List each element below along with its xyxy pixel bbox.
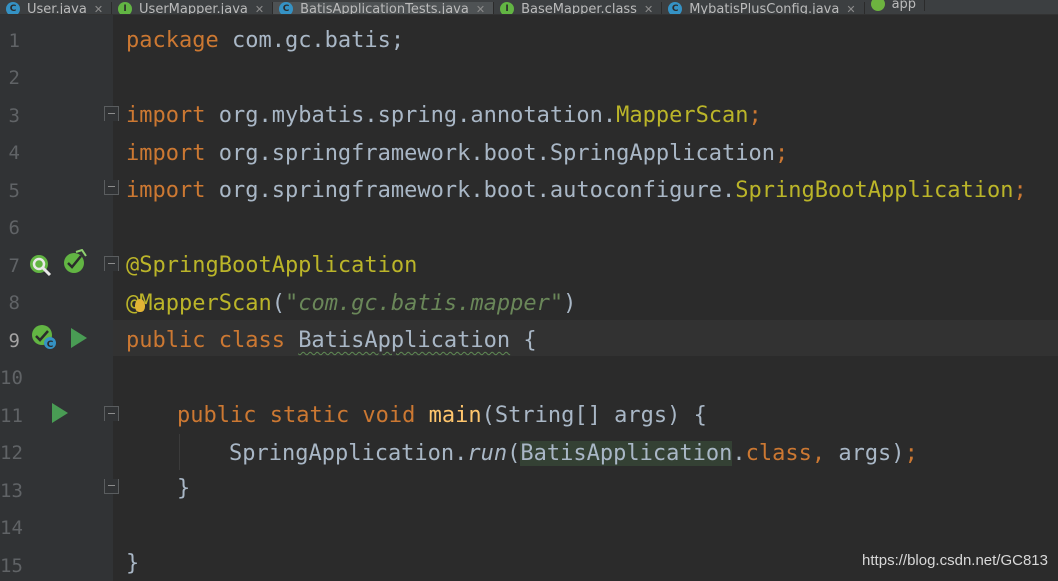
close-tab-icon[interactable]: ✕ xyxy=(255,3,264,15)
line-number: 8 xyxy=(8,292,20,314)
code-line-15[interactable]: } xyxy=(126,549,139,579)
interface-icon: I xyxy=(118,2,133,14)
tab-label: app xyxy=(891,0,917,12)
class-icon: C xyxy=(279,2,294,14)
code-line-1[interactable]: package com.gc.batis; xyxy=(126,26,404,56)
code-line-11[interactable]: public static void main(String[] args) { xyxy=(177,401,707,431)
line-number: 11 xyxy=(0,405,23,427)
line-number: 12 xyxy=(0,442,23,464)
fold-imports-end-icon[interactable] xyxy=(104,180,119,195)
close-tab-icon[interactable]: ✕ xyxy=(476,3,485,15)
code-line-13[interactable]: } xyxy=(177,474,190,504)
fold-method-icon[interactable] xyxy=(104,406,119,421)
line-number: 6 xyxy=(8,217,20,239)
line-number: 13 xyxy=(0,480,23,502)
line-number: 4 xyxy=(8,142,20,164)
editor-tab[interactable]: I BaseMapper.class ✕ xyxy=(494,1,663,15)
code-line-9[interactable]: public class BatisApplication { xyxy=(126,326,537,356)
fold-method-end-icon[interactable] xyxy=(104,479,119,494)
spring-icon xyxy=(870,0,885,11)
interface-icon: I xyxy=(500,2,515,14)
spring-app-icon[interactable]: C xyxy=(30,323,58,351)
tab-label: User.java xyxy=(27,1,87,15)
code-line-12[interactable]: SpringApplication.run(BatisApplication.c… xyxy=(229,439,918,469)
line-number: 5 xyxy=(8,180,20,202)
close-tab-icon[interactable]: ✕ xyxy=(846,3,855,15)
class-icon: C xyxy=(6,2,20,14)
watermark: https://blog.csdn.net/GC813 xyxy=(862,552,1048,569)
close-tab-icon[interactable]: ✕ xyxy=(644,3,653,15)
code-line-8[interactable]: @MapperScan("com.gc.batis.mapper") xyxy=(126,289,576,319)
fold-imports-icon[interactable] xyxy=(104,106,119,121)
editor-tab-bar: C User.java ✕ I UserMapper.java ✕ C BatisApplic… xyxy=(0,0,1058,15)
tab-label: MybatisPlusConfig.java xyxy=(689,1,840,15)
code-line-5[interactable]: import org.springframework.boot.autoconf… xyxy=(126,176,1027,206)
run-class-icon[interactable] xyxy=(71,328,87,348)
line-number: 3 xyxy=(8,105,20,127)
class-icon: C xyxy=(668,2,683,14)
close-tab-icon[interactable]: ✕ xyxy=(94,3,103,15)
code-line-3[interactable]: import org.mybatis.spring.annotation.Map… xyxy=(126,101,762,131)
spring-bean-search-icon[interactable] xyxy=(28,253,54,277)
editor-tab[interactable]: app xyxy=(865,0,926,12)
svg-text:C: C xyxy=(47,340,54,350)
editor-tab[interactable]: C MybatisPlusConfig.java ✕ xyxy=(662,1,865,15)
line-number: 1 xyxy=(8,30,20,52)
tab-label: UserMapper.java xyxy=(139,1,248,15)
line-number: 10 xyxy=(0,367,23,389)
line-number: 9 xyxy=(8,330,20,352)
intention-bulb-icon[interactable] xyxy=(135,299,145,312)
line-number: 2 xyxy=(8,67,20,89)
editor-tab[interactable]: I UserMapper.java ✕ xyxy=(112,1,274,15)
indent-guide xyxy=(179,434,180,470)
code-line-7[interactable]: @SpringBootApplication xyxy=(126,251,417,281)
editor-tab[interactable]: C BatisApplicationTests.java ✕ xyxy=(273,1,495,15)
spring-bean-check-icon[interactable] xyxy=(62,248,88,275)
line-number: 15 xyxy=(0,555,23,577)
line-number: 14 xyxy=(0,517,23,539)
line-number: 7 xyxy=(8,255,20,277)
run-main-icon[interactable] xyxy=(52,403,68,423)
fold-class-icon[interactable] xyxy=(104,256,119,271)
tab-label: BaseMapper.class xyxy=(521,1,637,15)
tab-label: BatisApplicationTests.java xyxy=(300,1,469,15)
code-line-4[interactable]: import org.springframework.boot.SpringAp… xyxy=(126,139,788,169)
editor-tab[interactable]: C User.java ✕ xyxy=(0,1,113,15)
